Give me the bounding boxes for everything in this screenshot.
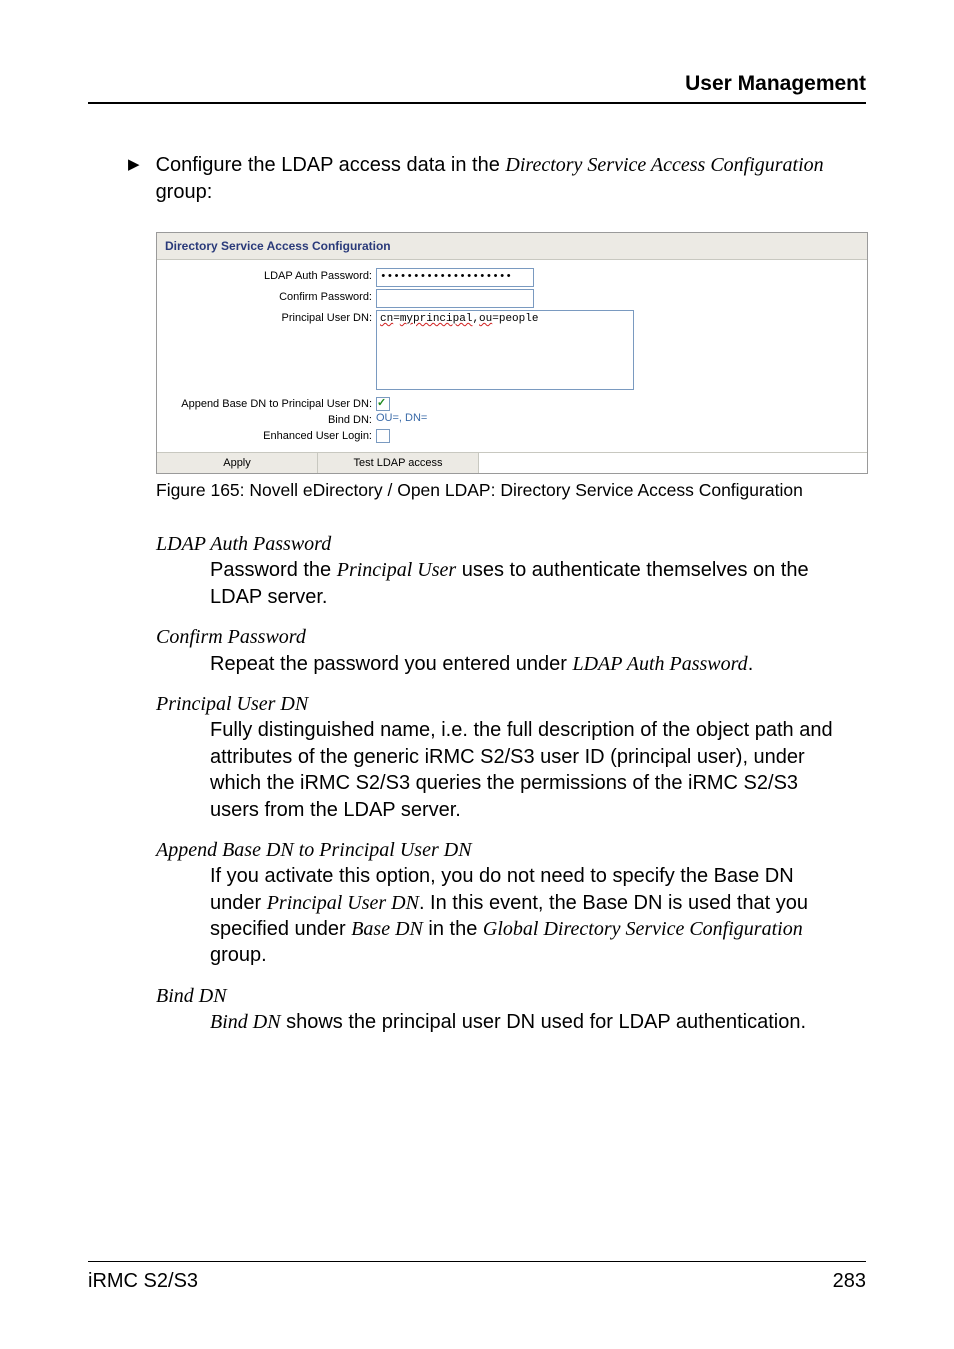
text: . <box>748 653 754 675</box>
text-italic: LDAP Auth Password <box>572 653 747 675</box>
figure-caption: Figure 165: Novell eDirectory / Open LDA… <box>156 480 866 501</box>
screenshot-panel: Directory Service Access Configuration L… <box>156 232 868 474</box>
text-italic: Global Directory Service Configuration <box>483 918 803 940</box>
principal-user-dn-label: Principal User DN: <box>167 310 376 324</box>
panel-title: Directory Service Access Configuration <box>157 233 867 260</box>
def-term: Confirm Password <box>156 624 846 650</box>
text-italic: Principal User DN <box>267 892 419 914</box>
definitions: LDAP Auth Password Password the Principa… <box>156 531 846 1036</box>
ldap-auth-password-label: LDAP Auth Password: <box>167 268 376 282</box>
def-term: LDAP Auth Password <box>156 531 846 557</box>
text-italic: Base DN <box>351 918 423 940</box>
apply-button[interactable]: Apply <box>157 453 318 473</box>
ldap-auth-password-input[interactable]: •••••••••••••••••••• <box>376 268 534 287</box>
def-term: Principal User DN <box>156 691 846 717</box>
enhanced-user-login-checkbox[interactable] <box>376 429 390 443</box>
text: Repeat the password you entered under <box>210 653 572 675</box>
dn-part: =people <box>492 313 538 325</box>
text: shows the principal user DN used for LDA… <box>281 1011 806 1033</box>
dn-part: myprincipal <box>400 313 473 325</box>
confirm-password-input[interactable] <box>376 289 534 308</box>
text: Password the <box>210 559 337 581</box>
intro-lead: Configure the LDAP access data in the <box>156 154 506 176</box>
append-base-dn-checkbox[interactable] <box>376 397 390 411</box>
dn-part: cn <box>380 313 393 325</box>
intro-trail: group: <box>156 181 213 203</box>
bullet-icon: ▶ <box>128 155 150 175</box>
enhanced-user-login-label: Enhanced User Login: <box>167 428 376 442</box>
def-term: Bind DN <box>156 983 846 1009</box>
def-body: Fully distinguished name, i.e. the full … <box>210 717 846 823</box>
page-header: User Management <box>88 72 866 104</box>
bind-dn-label: Bind DN: <box>167 412 376 426</box>
principal-user-dn-input[interactable]: cn=myprincipal,ou=people <box>376 310 634 390</box>
confirm-password-label: Confirm Password: <box>167 289 376 303</box>
footer-page-number: 283 <box>833 1270 866 1293</box>
def-body: If you activate this option, you do not … <box>210 863 846 969</box>
text-italic: Bind DN <box>210 1011 281 1033</box>
def-body: Bind DN shows the principal user DN used… <box>210 1009 846 1035</box>
page-footer: iRMC S2/S3 283 <box>88 1261 866 1293</box>
bind-dn-value: OU=, DN= <box>376 412 427 424</box>
append-base-dn-label: Append Base DN to Principal User DN: <box>167 396 376 410</box>
def-body: Repeat the password you entered under LD… <box>210 651 846 677</box>
text: group. <box>210 944 267 966</box>
intro-paragraph: ▶ Configure the LDAP access data in the … <box>128 152 866 206</box>
def-body: Password the Principal User uses to auth… <box>210 557 846 610</box>
intro-italic: Directory Service Access Configuration <box>505 154 823 176</box>
test-ldap-button[interactable]: Test LDAP access <box>318 453 479 473</box>
dn-part: = <box>393 313 400 325</box>
def-term: Append Base DN to Principal User DN <box>156 837 846 863</box>
dn-part: ou <box>479 313 492 325</box>
text: in the <box>423 918 483 940</box>
footer-left: iRMC S2/S3 <box>88 1270 198 1293</box>
text-italic: Principal User <box>337 559 456 581</box>
